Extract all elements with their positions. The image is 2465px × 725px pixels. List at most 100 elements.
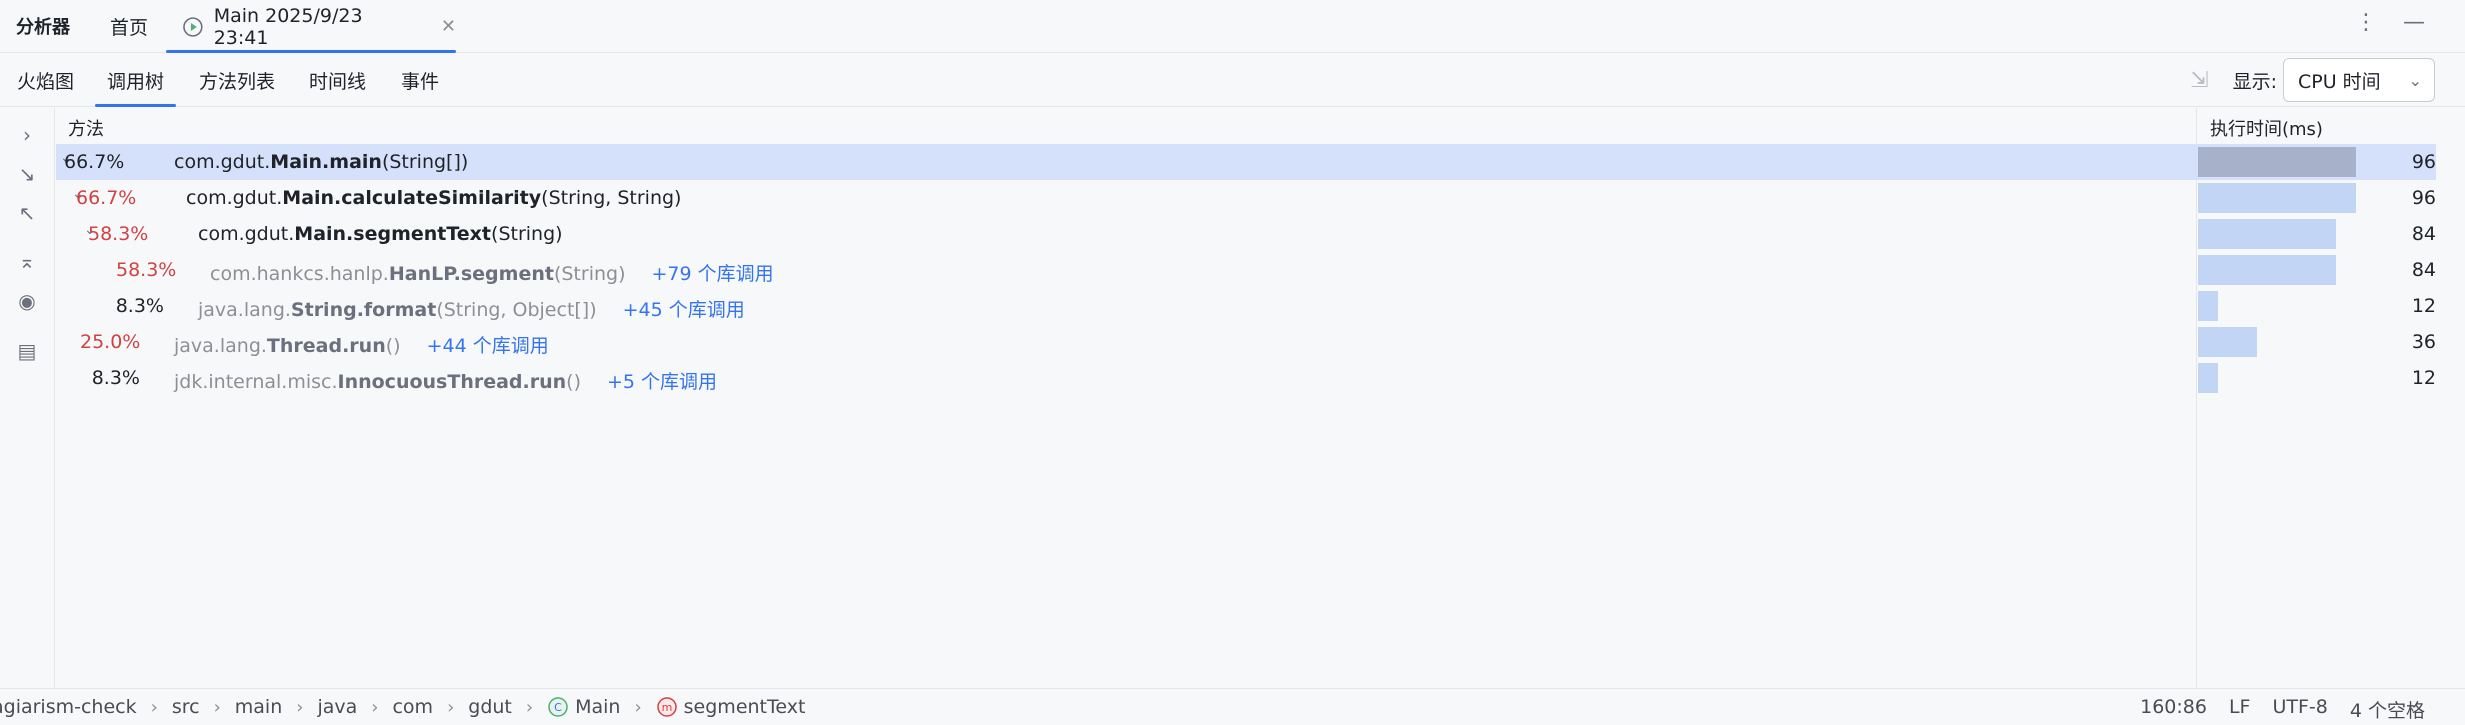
percent-value: 58.3%	[88, 223, 149, 245]
navigate-up-icon[interactable]: ↖	[14, 200, 40, 226]
percent-value: 25.0%	[80, 331, 141, 353]
method-name: com.gdut.Main.main(String[])	[174, 151, 468, 173]
breadcrumb-item[interactable]: agiarism-check ›	[0, 696, 172, 718]
time-value: 36	[2411, 331, 2436, 353]
breadcrumb-item[interactable]: C Main ›	[547, 696, 656, 718]
method-name: jdk.internal.misc.InnocuousThread.run() +…	[174, 367, 717, 394]
library-calls-link[interactable]: +79 个库调用	[651, 263, 773, 285]
breadcrumb-item[interactable]: com ›	[392, 696, 468, 718]
display-mode-select[interactable]: CPU 时间 ⌄	[2283, 58, 2435, 102]
method-args: (String, String)	[541, 187, 682, 209]
time-value: 12	[2411, 367, 2436, 389]
breadcrumb-item[interactable]: m segmentText	[656, 696, 805, 718]
table-row[interactable]: ⌄ 58.3% com.gdut.Main.segmentText(String) 8…	[56, 216, 2436, 252]
method-class: Main.calculateSimilarity	[282, 187, 542, 209]
method-name: java.lang.Thread.run() +44 个库调用	[174, 331, 549, 358]
percent-value: 66.7%	[76, 187, 137, 209]
method-package: com.gdut.	[198, 223, 295, 245]
column-header-method[interactable]: 方法	[68, 115, 104, 141]
tab-label: 时间线	[309, 70, 367, 93]
tab-label: 调用树	[107, 70, 165, 93]
profiler-snapshot-icon	[183, 16, 203, 37]
method-name: java.lang.String.format(String, Object[]…	[198, 295, 745, 322]
class-icon: C	[548, 697, 568, 717]
library-calls-link[interactable]: +44 个库调用	[427, 335, 549, 357]
time-bar	[2198, 183, 2356, 213]
percent-value: 8.3%	[91, 367, 140, 389]
app-title: 分析器	[16, 17, 70, 38]
document-icon[interactable]: ▤	[14, 338, 40, 364]
tab-label: 方法列表	[199, 70, 276, 93]
column-header-time[interactable]: 执行时间(ms)	[2210, 115, 2323, 141]
time-bar	[2198, 291, 2218, 321]
tab-main-snapshot[interactable]: Main 2025/9/23 23:41 ✕	[166, 0, 456, 53]
collapse-all-icon[interactable]: ⌅	[14, 248, 40, 274]
display-label: 显示:	[2232, 70, 2277, 93]
method-package: com.gdut.	[174, 151, 271, 173]
method-icon: m	[656, 697, 677, 717]
tab-timeline[interactable]: 时间线	[309, 53, 366, 107]
expand-icon[interactable]: ›	[14, 122, 40, 148]
tab-label: 火焰图	[17, 70, 75, 93]
table-row[interactable]: 58.3% com.hankcs.hanlp.HanLP.segment(Stri…	[56, 252, 2436, 288]
eye-icon[interactable]: ◉	[14, 288, 40, 314]
method-args: ()	[385, 335, 401, 357]
library-calls-link[interactable]: +5 个库调用	[607, 371, 717, 393]
more-options-icon[interactable]: ⋮	[2355, 10, 2377, 35]
svg-text:C: C	[554, 701, 562, 714]
chevron-right-icon: ›	[150, 696, 158, 718]
active-tab-indicator	[95, 104, 177, 107]
indent-setting[interactable]: 4 个空格	[2350, 696, 2425, 723]
time-value: 96	[2411, 187, 2436, 209]
tab-call-tree[interactable]: 调用树	[95, 53, 177, 107]
time-value: 84	[2411, 259, 2436, 281]
time-bar	[2198, 327, 2257, 357]
method-args: (String[])	[381, 151, 469, 173]
method-class: Main.main	[270, 151, 382, 173]
collapse-arrows-icon[interactable]: ⇲	[2190, 68, 2208, 93]
table-row[interactable]: 8.3% java.lang.String.format(String, Obje…	[56, 288, 2436, 324]
chevron-right-icon: ›	[634, 696, 642, 718]
breadcrumb-item[interactable]: src ›	[172, 696, 235, 718]
tab-method-list[interactable]: 方法列表	[199, 53, 275, 107]
method-package: com.hankcs.hanlp.	[210, 263, 389, 285]
chevron-right-icon: ›	[525, 696, 534, 718]
time-value: 84	[2411, 223, 2436, 245]
tab-flame-graph[interactable]: 火焰图	[17, 53, 74, 107]
method-class: Thread.run	[266, 335, 386, 357]
file-encoding[interactable]: UTF-8	[2272, 696, 2327, 723]
method-class: InnocuousThread.run	[337, 371, 567, 393]
chevron-right-icon: ›	[213, 696, 221, 718]
chevron-right-icon: ›	[447, 696, 455, 718]
line-ending[interactable]: LF	[2229, 696, 2251, 723]
view-tab-bar: 火焰图 调用树 方法列表 时间线 事件 ⇲ 显示: CPU 时间 ⌄	[0, 53, 2465, 107]
display-mode-value: CPU 时间	[2298, 70, 2381, 93]
table-row[interactable]: 8.3% jdk.internal.misc.InnocuousThread.ru…	[56, 360, 2436, 396]
breadcrumb-item[interactable]: main ›	[235, 696, 318, 718]
table-row[interactable]: ⌄ 66.7% com.gdut.Main.main(String[]) 96	[56, 144, 2436, 180]
time-value: 12	[2411, 295, 2436, 317]
table-header: 方法 执行时间(ms)	[56, 108, 2436, 144]
tab-home[interactable]: 首页	[110, 0, 148, 53]
chevron-right-icon: ›	[371, 696, 379, 718]
close-icon[interactable]: ✕	[441, 16, 456, 37]
breadcrumb: agiarism-check › src › main › java › com › gd…	[0, 696, 805, 718]
cursor-position[interactable]: 160:86	[2140, 696, 2207, 723]
svg-text:m: m	[661, 701, 672, 714]
minimize-icon[interactable]: —	[2403, 10, 2425, 35]
method-class: HanLP.segment	[388, 263, 554, 285]
tab-main-label: Main 2025/9/23 23:41	[213, 4, 363, 49]
chevron-right-icon: ›	[296, 696, 304, 718]
tab-events[interactable]: 事件	[401, 53, 439, 107]
top-tab-bar: 分析器 首页 Main 2025/9/23 23:41 ✕ ⋮ —	[0, 0, 2465, 53]
table-row[interactable]: ⌄ 66.7% com.gdut.Main.calculateSimilarity(…	[56, 180, 2436, 216]
time-bar	[2198, 219, 2336, 249]
navigate-down-icon[interactable]: ↘	[14, 161, 40, 187]
method-package: java.lang.	[198, 299, 291, 321]
library-calls-link[interactable]: +45 个库调用	[623, 299, 745, 321]
method-args: ()	[566, 371, 581, 393]
table-row[interactable]: 25.0% java.lang.Thread.run() +44 个库调用 36	[56, 324, 2436, 360]
breadcrumb-item[interactable]: gdut ›	[468, 696, 547, 718]
breadcrumb-item[interactable]: java ›	[317, 696, 392, 718]
status-bar: agiarism-check › src › main › java › com › gd…	[0, 688, 2465, 725]
